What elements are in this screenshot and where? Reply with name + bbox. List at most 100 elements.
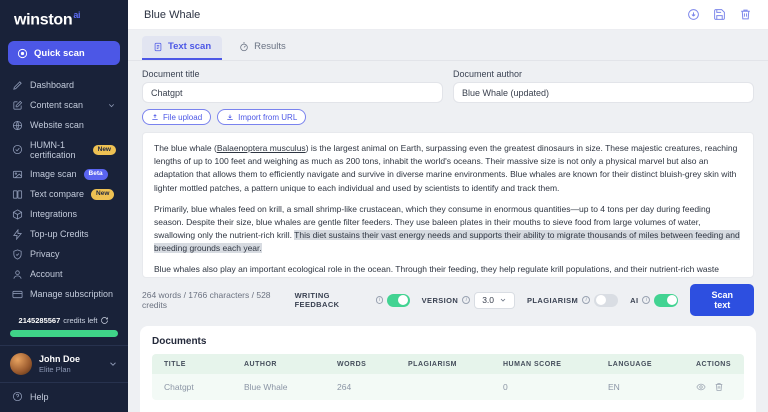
download-report-button[interactable] [687,8,700,21]
info-icon: i [582,296,590,304]
trash-icon [714,382,724,392]
sidebar-item-label: Top-up Credits [30,229,89,239]
column-header-plagiarism: PLAGIARISM [408,361,503,368]
quick-scan-button[interactable]: Quick scan [8,41,120,65]
sidebar-item-content-scan[interactable]: Content scan [0,95,128,115]
sidebar-item-dashboard[interactable]: Dashboard [0,75,128,95]
version-select[interactable]: 3.0 [474,292,515,309]
ai-toggle[interactable] [654,294,678,307]
beta-badge: Beta [84,169,108,179]
file-upload-label: File upload [163,113,202,122]
tab-results[interactable]: Results [228,36,297,60]
main-area: Blue Whale Text scan Results [128,0,768,412]
sidebar-item-privacy[interactable]: Privacy [0,244,128,264]
table-header-row: TITLE AUTHOR WORDS PLAGIARISM HUMAN SCOR… [152,354,744,374]
sidebar-item-image-scan[interactable]: Image scan Beta [0,164,128,184]
sidebar-item-label: Manage subscription [30,289,113,299]
plagiarism-toggle[interactable] [594,294,618,307]
writing-feedback-label: WRITING FEEDBACK [295,291,372,309]
column-header-language: LANGUAGE [608,361,696,368]
sidebar-item-label: Integrations [30,209,77,219]
documents-table: TITLE AUTHOR WORDS PLAGIARISM HUMAN SCOR… [152,354,744,400]
sidebar-item-label: Account [30,269,63,279]
globe-icon [12,120,23,131]
topbar: Blue Whale [128,0,768,30]
version-label: VERSION [422,296,459,305]
sidebar-item-label: Text compare [30,189,84,199]
user-plan: Elite Plan [39,365,80,374]
save-icon [713,8,726,21]
sidebar-item-text-compare[interactable]: Text compare New [0,184,128,204]
writing-feedback-control: WRITING FEEDBACK i [295,291,410,309]
edit-square-icon [12,100,23,111]
table-row[interactable]: Chatgpt Blue Whale 264 0 EN [152,374,744,400]
import-from-url-button[interactable]: Import from URL [217,109,306,125]
credits-label: credits left [63,316,97,325]
shield-icon [12,249,23,260]
user-menu[interactable]: John Doe Elite Plan [0,345,128,382]
download-circle-icon [687,8,700,21]
document-meta-form: Document title File upload Import from U… [128,61,768,125]
circle-dot-icon [17,48,28,59]
sidebar: winstonai Quick scan Dashboard Content s… [0,0,128,412]
sidebar-nav: Dashboard Content scan Website scan HUMN… [0,75,128,304]
delete-document-button[interactable] [739,8,752,21]
document-author-label: Document author [453,69,754,79]
sidebar-item-humn1-certification[interactable]: HUMN-1 certification New [0,135,128,164]
sidebar-item-integrations[interactable]: Integrations [0,204,128,224]
paragraph-3: Blue whales also play an important ecolo… [154,263,742,278]
delete-row-button[interactable] [714,382,724,392]
circle-check-icon [12,144,23,155]
credit-card-icon [12,289,23,300]
sidebar-item-topup-credits[interactable]: Top-up Credits [0,224,128,244]
tab-label: Text scan [168,41,211,52]
sidebar-item-label: Image scan [30,169,77,179]
view-document-button[interactable] [696,382,706,392]
pencil-icon [12,80,23,91]
file-upload-button[interactable]: File upload [142,109,211,125]
sidebar-item-account[interactable]: Account [0,264,128,284]
help-icon [12,391,23,402]
cell-language: EN [608,382,696,392]
brand-name: winston [14,11,72,28]
info-icon: i [376,296,384,304]
paragraph-2: Primarily, blue whales feed on krill, a … [154,203,742,256]
column-header-words: WORDS [337,361,408,368]
document-title-input[interactable] [142,82,443,103]
info-icon: i [462,296,470,304]
bolt-icon [12,229,23,240]
column-header-actions: ACTIONS [696,361,732,368]
scan-text-button[interactable]: Scan text [690,284,754,316]
save-document-button[interactable] [713,8,726,21]
refresh-icon[interactable] [100,316,109,325]
image-icon [12,169,23,180]
sidebar-item-label: Dashboard [30,80,74,90]
avatar [10,353,32,375]
ai-label: AI [630,296,638,305]
sidebar-item-manage-subscription[interactable]: Manage subscription [0,284,128,304]
version-control: VERSION i 3.0 [422,292,515,309]
document-textarea[interactable]: The blue whale (Balaenoptera musculus) i… [142,132,754,278]
credits-summary: 2145285567 credits left [0,312,128,345]
sidebar-item-website-scan[interactable]: Website scan [0,115,128,135]
credits-progress-bar [10,330,118,337]
documents-heading: Documents [152,336,744,347]
cell-words: 264 [337,382,408,392]
cell-human-score: 0 [503,382,608,392]
writing-feedback-toggle[interactable] [387,294,409,307]
app-window: winstonai Quick scan Dashboard Content s… [0,0,768,412]
chevron-down-icon [108,359,118,369]
version-value: 3.0 [482,295,494,305]
document-title-label: Document title [142,69,443,79]
help-label: Help [30,392,49,402]
user-name: John Doe [39,354,80,365]
cell-author: Blue Whale [244,382,337,392]
brand-logo: winstonai [0,0,128,35]
document-author-input[interactable] [453,82,754,103]
tab-text-scan[interactable]: Text scan [142,36,222,60]
word-count-summary: 264 words / 1766 characters / 528 credit… [142,290,295,310]
sidebar-item-label: Website scan [30,120,84,130]
sidebar-item-help[interactable]: Help [0,382,128,412]
scientific-name: Balaenoptera musculus [217,143,306,153]
chevron-down-icon [107,101,116,110]
